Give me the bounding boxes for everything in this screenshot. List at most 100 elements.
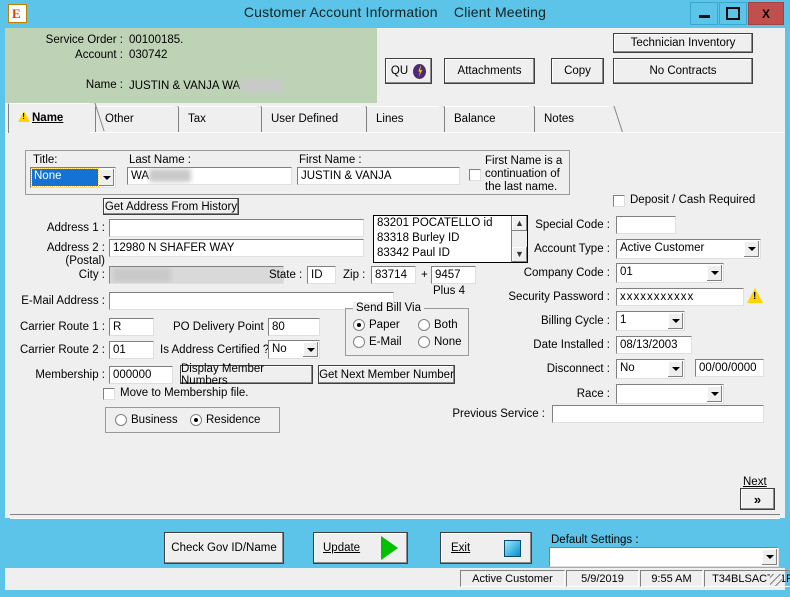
next-button[interactable]: » <box>740 488 775 510</box>
send-bill-email-radio[interactable] <box>353 336 365 348</box>
tab-tax[interactable]: Tax <box>178 106 256 133</box>
tab-lines-label: Lines <box>376 113 404 125</box>
disconnect-dropdown[interactable]: No <box>616 359 685 379</box>
send-bill-both-radio[interactable] <box>418 319 430 331</box>
send-bill-email-label: E-Mail <box>369 336 402 348</box>
zip-plus-sign: + <box>421 269 428 281</box>
attachments-button[interactable]: Attachments <box>444 58 535 84</box>
service-order-label: Service Order : <box>45 34 123 46</box>
no-contracts-button[interactable]: No Contracts <box>613 58 753 84</box>
tab-notes[interactable]: Notes <box>534 106 609 133</box>
continuation-label-line2: continuation of <box>485 168 560 180</box>
previous-service-input[interactable] <box>552 405 764 423</box>
chevron-down-icon[interactable] <box>707 386 722 402</box>
race-dropdown[interactable] <box>616 384 724 404</box>
exit-square-icon <box>504 539 521 557</box>
disconnect-date-input[interactable]: 00/00/0000 <box>695 359 764 377</box>
last-name-label: Last Name : <box>129 154 191 166</box>
tab-other[interactable]: Other <box>95 106 173 133</box>
default-settings-label: Default Settings : <box>551 534 639 546</box>
tab-name[interactable]: Name <box>8 103 90 133</box>
date-installed-input[interactable]: 08/13/2003 <box>616 336 692 354</box>
send-bill-paper-radio[interactable] <box>353 319 365 331</box>
account-value: 030742 <box>129 49 168 61</box>
send-bill-via-title: Send Bill Via <box>353 302 424 314</box>
tab-balance[interactable]: Balance <box>444 106 529 133</box>
address2-input[interactable]: 12980 N SHAFER WAY <box>109 239 364 257</box>
default-settings-dropdown[interactable] <box>549 547 779 567</box>
first-name-input[interactable]: JUSTIN & VANJA <box>297 167 460 185</box>
state-input[interactable]: ID <box>307 266 336 284</box>
update-button[interactable]: Update <box>313 532 408 564</box>
resize-grip[interactable] <box>770 574 782 586</box>
last-name-input[interactable]: WA <box>127 167 292 185</box>
redaction-block <box>113 268 171 282</box>
redaction-block <box>240 79 283 92</box>
chevron-down-icon[interactable] <box>99 169 114 186</box>
close-button[interactable]: X <box>748 2 784 25</box>
billing-cycle-dropdown[interactable]: 1 <box>616 311 685 331</box>
get-next-member-number-button[interactable]: Get Next Member Number <box>318 365 455 384</box>
city-input[interactable] <box>109 266 284 284</box>
account-type-label: Account Type : <box>534 243 610 255</box>
billing-cycle-label: Billing Cycle : <box>540 315 610 327</box>
customer-name-label: Name : <box>85 79 123 91</box>
title-dropdown[interactable]: None <box>30 167 116 188</box>
tab-strip: Name Other Tax User Defined Lines Balanc… <box>5 103 785 133</box>
customer-name-text: JUSTIN & VANJA WA <box>129 80 241 92</box>
membership-input[interactable]: 000000 <box>109 366 173 384</box>
title-label: Title: <box>33 154 58 166</box>
security-password-input[interactable]: xxxxxxxxxxx <box>616 288 744 306</box>
send-bill-none-label: None <box>434 336 462 348</box>
address-certified-value: No <box>272 343 287 355</box>
carrier-route1-input[interactable]: R <box>109 318 154 336</box>
address1-input[interactable] <box>109 219 364 237</box>
business-radio[interactable] <box>115 414 127 426</box>
title-dropdown-value: None <box>31 168 99 187</box>
special-code-input[interactable] <box>616 216 676 234</box>
deposit-cash-required-checkbox[interactable] <box>613 195 625 207</box>
account-type-dropdown[interactable]: Active Customer <box>616 239 761 259</box>
company-code-label: Company Code : <box>523 267 610 279</box>
exit-button[interactable]: Exit <box>440 532 532 564</box>
chevron-down-icon[interactable] <box>668 361 683 377</box>
tab-user-defined[interactable]: User Defined <box>261 106 361 133</box>
maximize-icon <box>726 7 740 20</box>
window-title: Customer Account Information Client Meet… <box>0 4 790 20</box>
first-name-label: First Name : <box>299 154 362 166</box>
chevron-down-icon[interactable] <box>668 313 683 329</box>
display-member-numbers-button[interactable]: Display Member Numbers <box>180 363 313 387</box>
address-certified-dropdown[interactable]: No <box>268 340 320 359</box>
move-to-membership-checkbox[interactable] <box>103 388 115 400</box>
po-delivery-point-input[interactable]: 80 <box>268 318 320 336</box>
get-address-from-history-button[interactable]: Get Address From History <box>103 198 239 215</box>
copy-button[interactable]: Copy <box>551 58 604 84</box>
maximize-button[interactable] <box>719 2 747 25</box>
qu-button[interactable]: QU <box>385 58 432 84</box>
zip-input[interactable]: 83714 <box>371 266 416 284</box>
service-order-value: 00100185. <box>129 34 184 46</box>
tab-lines[interactable]: Lines <box>366 106 439 133</box>
first-name-continuation-checkbox[interactable] <box>469 169 481 181</box>
send-bill-none-radio[interactable] <box>418 336 430 348</box>
check-gov-id-button[interactable]: Check Gov ID/Name <box>164 532 284 564</box>
status-bar-account-status: Active Customer <box>460 570 565 587</box>
update-button-label: Update <box>323 542 361 554</box>
company-code-dropdown[interactable]: 01 <box>616 263 724 283</box>
carrier-route2-input[interactable]: 01 <box>109 341 154 359</box>
deposit-cash-required-label: Deposit / Cash Required <box>630 194 756 206</box>
chevron-down-icon[interactable] <box>744 241 759 257</box>
minimize-button[interactable] <box>690 2 718 25</box>
chevron-down-icon[interactable] <box>707 265 722 281</box>
chevron-down-icon[interactable] <box>303 342 318 357</box>
zip-plus4-input[interactable]: 9457 <box>431 266 476 284</box>
residence-radio[interactable] <box>190 414 202 426</box>
disconnect-value: No <box>620 362 635 374</box>
chevron-down-icon[interactable] <box>762 549 777 565</box>
technician-inventory-button[interactable]: Technician Inventory <box>613 33 753 53</box>
status-bar-date: 5/9/2019 <box>566 570 639 587</box>
address2-label: Address 2 : <box>46 242 105 254</box>
zip-label: Zip : <box>343 269 366 281</box>
next-label[interactable]: Next <box>743 476 767 488</box>
tab-name-label: Name <box>32 112 64 124</box>
